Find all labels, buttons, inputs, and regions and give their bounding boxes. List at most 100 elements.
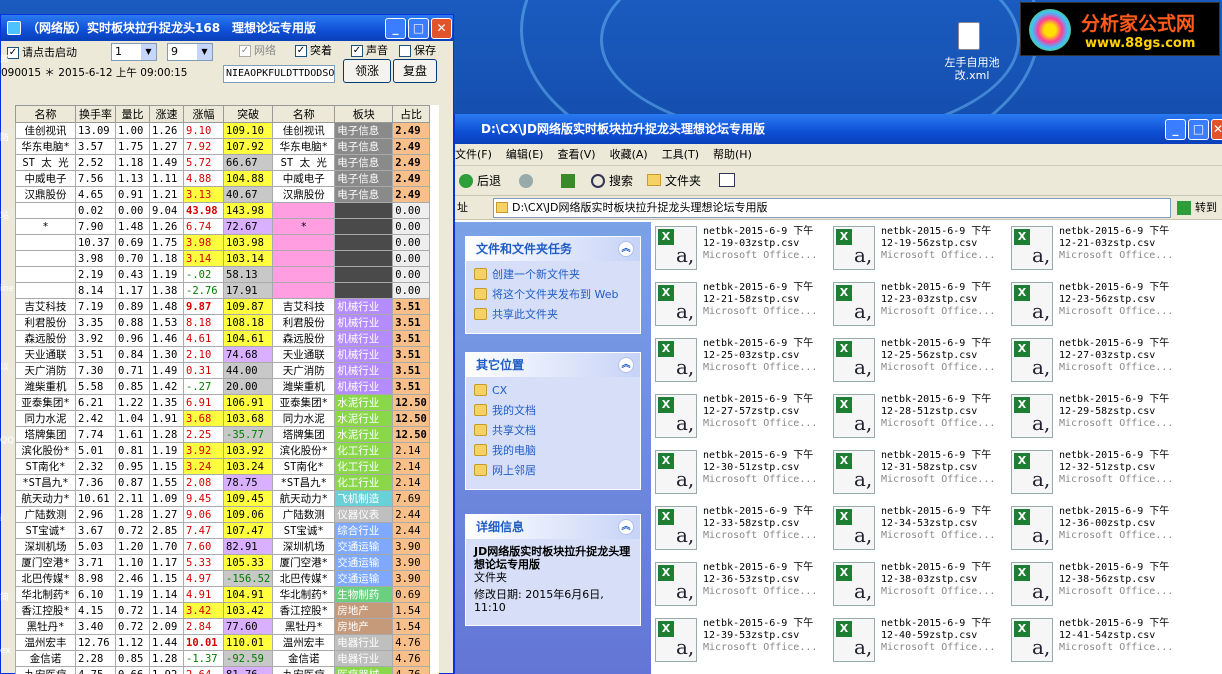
desktop-icon-label[interactable]: ine xyxy=(0,284,14,294)
search-button[interactable]: 搜索 xyxy=(609,166,633,196)
file-item[interactable]: Xa, netbk-2015-6-9 下午 12-19-03zstp.csv Mic… xyxy=(651,222,837,274)
table-row[interactable]: 亚泰集团* 6.21 1.22 1.35 6.91 106.91 亚泰集团* 水泥行业 12.5… xyxy=(15,394,430,411)
table-row[interactable]: 航天动力* 10.61 2.11 1.09 9.45 109.45 航天动力* 飞机制造 7.6… xyxy=(15,490,430,507)
select-interval[interactable]: 1 ▼ xyxy=(111,43,157,61)
table-row[interactable]: 温州宏丰 12.76 1.12 1.44 10.01 110.01 温州宏丰 电器行业 4.76 xyxy=(15,634,430,651)
places-item[interactable]: 共享文档 xyxy=(466,421,640,441)
xml-file-icon[interactable] xyxy=(958,22,980,50)
table-row[interactable]: 塔牌集团 7.74 1.61 1.28 2.25 -35.77 塔牌集团 水泥行业 12.50 xyxy=(15,426,430,443)
file-item[interactable]: Xa, netbk-2015-6-9 下午 12-29-58zstp.csv Mic… xyxy=(1007,390,1193,442)
tasks-item[interactable]: 创建一个新文件夹 xyxy=(466,265,640,285)
maximize-button[interactable]: □ xyxy=(408,18,429,39)
table-row[interactable]: ST 太 光 2.52 1.18 1.49 5.72 66.67 ST 太 光电子信息 2.4… xyxy=(15,154,430,171)
menu-item[interactable]: 编辑(E) xyxy=(506,144,544,166)
column-header[interactable]: 突破 xyxy=(222,105,274,123)
desktop-icon-label[interactable]: ex xyxy=(0,646,11,656)
table-row[interactable]: 2.19 0.43 1.19 -.02 58.13 0.00 xyxy=(15,266,430,283)
column-header[interactable]: 换手率 xyxy=(75,105,116,123)
desktop-icon-label[interactable]: 简 xyxy=(0,590,9,603)
back-arrow-icon[interactable] xyxy=(459,174,473,188)
menu-item[interactable]: 帮助(H) xyxy=(713,144,752,166)
file-item[interactable]: Xa, netbk-2015-6-9 下午 12-27-03zstp.csv Mic… xyxy=(1007,334,1193,386)
menu-item[interactable]: 收藏(A) xyxy=(610,144,648,166)
menu-item[interactable]: 查看(V) xyxy=(557,144,595,166)
column-header[interactable]: 占比 xyxy=(392,105,430,123)
desktop-icon-label[interactable]: QQ xyxy=(0,436,14,446)
table-row[interactable]: 深圳机场 5.03 1.20 1.70 7.60 82.91 深圳机场 交通运输 3.90 xyxy=(15,538,430,555)
file-item[interactable]: Xa, netbk-2015-6-9 下午 12-30-51zstp.csv Mic… xyxy=(651,446,837,498)
file-item[interactable]: Xa, netbk-2015-6-9 下午 12-19-56zstp.csv Mic… xyxy=(829,222,1015,274)
network-checkbox[interactable]: ✓ 网络 xyxy=(239,43,276,59)
file-item[interactable]: Xa, netbk-2015-6-9 下午 12-21-03zstp.csv Mic… xyxy=(1007,222,1193,274)
table-row[interactable]: 森远股份 3.92 0.96 1.46 4.61 104.61 森远股份 机械行业 3.51 xyxy=(15,330,430,347)
file-item[interactable]: Xa, netbk-2015-6-9 下午 12-23-03zstp.csv Mic… xyxy=(829,278,1015,330)
chevron-up-icon[interactable]: ︽ xyxy=(618,519,634,535)
back-button[interactable]: 后退 xyxy=(477,166,501,196)
file-item[interactable]: Xa, netbk-2015-6-9 下午 12-25-03zstp.csv Mic… xyxy=(651,334,837,386)
up-folder-icon[interactable] xyxy=(561,174,575,188)
chevron-up-icon[interactable]: ︽ xyxy=(618,357,634,373)
file-item[interactable]: Xa, netbk-2015-6-9 下午 12-39-53zstp.csv Mic… xyxy=(651,614,837,666)
places-item[interactable]: CX xyxy=(466,381,640,401)
surge-checkbox[interactable]: ✓ 突着 xyxy=(295,43,332,59)
table-row[interactable]: 厦门空港* 3.71 1.10 1.17 5.33 105.33 厦门空港* 交通运输 3.90 xyxy=(15,554,430,571)
file-item[interactable]: Xa, netbk-2015-6-9 下午 12-25-56zstp.csv Mic… xyxy=(829,334,1015,386)
tasks-item[interactable]: 共享此文件夹 xyxy=(466,305,640,325)
maximize-button[interactable]: □ xyxy=(1188,119,1209,140)
table-row[interactable]: 中威电子 7.56 1.13 1.11 4.88 104.88 中威电子 电子信息 2.49 xyxy=(15,170,430,187)
table-row[interactable]: 九安医疗4.750.661.922.6481.76九安医疗医疗器械4.76 xyxy=(15,666,430,674)
folders-icon[interactable] xyxy=(647,174,661,186)
column-header[interactable]: 名称 xyxy=(15,105,76,123)
table-row[interactable]: 广陆数测 2.96 1.28 1.27 9.06 109.06 广陆数测 仪器仪表 2.44 xyxy=(15,506,430,523)
table-row[interactable]: ST宝诚* 3.67 0.72 2.85 7.47 107.47 ST宝诚* 综合行业 2.44 xyxy=(15,522,430,539)
other-places-header[interactable]: 其它位置 ︽ xyxy=(466,353,640,377)
file-tasks-header[interactable]: 文件和文件夹任务 ︽ xyxy=(466,237,640,261)
table-row[interactable]: 利君股份 3.35 0.88 1.53 8.18 108.18 利君股份 机械行业 3.51 xyxy=(15,314,430,331)
table-row[interactable]: 8.14 1.17 1.38 -2.76 17.91 0.00 xyxy=(15,282,430,299)
tasks-item[interactable]: 将这个文件夹发布到 Web xyxy=(466,285,640,305)
table-row[interactable]: 香江控股* 4.15 0.72 1.14 3.42 103.42 香江控股* 房地产 1.54 xyxy=(15,602,430,619)
table-row[interactable]: 黑牡丹* 3.40 0.72 2.09 2.84 77.60 黑牡丹* 房地产 1.54 xyxy=(15,618,430,635)
table-row[interactable]: 金信诺 2.28 0.85 1.28 -1.37 -92.59 金信诺 电器行业 4.76 xyxy=(15,650,430,667)
minimize-button[interactable]: _ xyxy=(1165,119,1186,140)
address-input[interactable]: D:\CX\JD网络版实时板块拉升捉龙头理想论坛专用版 xyxy=(493,198,1171,218)
places-item[interactable]: 我的文档 xyxy=(466,401,640,421)
lead-button[interactable]: 领涨 xyxy=(343,59,391,83)
file-item[interactable]: Xa, netbk-2015-6-9 下午 12-28-51zstp.csv Mic… xyxy=(829,390,1015,442)
desktop-icon-label[interactable]: 郎 xyxy=(0,52,9,65)
file-item[interactable]: Xa, netbk-2015-6-9 下午 12-41-54zstp.csv Mic… xyxy=(1007,614,1193,666)
file-item[interactable]: Xa, netbk-2015-6-9 下午 12-36-00zstp.csv Mic… xyxy=(1007,502,1193,554)
column-header[interactable]: 板块 xyxy=(334,105,394,123)
desktop-icon-label[interactable]: 站 xyxy=(0,208,9,221)
file-item[interactable]: Xa, netbk-2015-6-9 下午 12-27-57zstp.csv Mic… xyxy=(651,390,837,442)
table-row[interactable]: 同力水泥 2.42 1.04 1.91 3.68 103.68 同力水泥 水泥行业 12.50 xyxy=(15,410,430,427)
menu-item[interactable]: 工具(T) xyxy=(662,144,699,166)
minimize-button[interactable]: _ xyxy=(385,18,406,39)
table-row[interactable]: 佳创视讯 13.09 1.00 1.26 9.10 109.10 佳创视讯 电子信息 2.49 xyxy=(15,122,430,139)
file-item[interactable]: Xa, netbk-2015-6-9 下午 12-33-58zstp.csv Mic… xyxy=(651,502,837,554)
table-row[interactable]: 华北制药* 6.10 1.19 1.14 4.91 104.91 华北制药* 生物制药 0.69 xyxy=(15,586,430,603)
column-header[interactable]: 涨幅 xyxy=(183,105,224,123)
file-item[interactable]: Xa, netbk-2015-6-9 下午 12-38-56zstp.csv Mic… xyxy=(1007,558,1193,610)
file-item[interactable]: Xa, netbk-2015-6-9 下午 12-36-53zstp.csv Mic… xyxy=(651,558,837,610)
menu-item[interactable]: 文件(F) xyxy=(455,144,492,166)
file-item[interactable]: Xa, netbk-2015-6-9 下午 12-40-59zstp.csv Mic… xyxy=(829,614,1015,666)
table-row[interactable]: 北巴传媒* 8.98 2.46 1.15 4.97 -156.52 北巴传媒* 交通运输 3.9… xyxy=(15,570,430,587)
table-row[interactable]: *ST昌九* 7.36 0.87 1.55 2.08 78.75 *ST昌九* 化工行业 2.1… xyxy=(15,474,430,491)
details-header[interactable]: 详细信息 ︽ xyxy=(466,515,640,539)
desktop-icon-label[interactable]: 防 xyxy=(0,130,9,143)
table-row[interactable]: * 7.90 1.48 1.26 6.74 72.67 * 0.00 xyxy=(15,218,430,235)
places-item[interactable]: 网上邻居 xyxy=(466,461,640,481)
table-row[interactable]: 华东电脑* 3.57 1.75 1.27 7.92 107.92 华东电脑* 电子信息 2.49 xyxy=(15,138,430,155)
code-field[interactable]: NIEAOPKFULDTTDODSO xyxy=(223,65,335,83)
table-row[interactable]: ST南化* 2.32 0.95 1.15 3.24 103.24 ST南化* 化工行业 2.14 xyxy=(15,458,430,475)
folders-button[interactable]: 文件夹 xyxy=(665,166,701,196)
views-icon[interactable] xyxy=(719,173,735,187)
table-row[interactable]: 3.98 0.70 1.18 3.14 103.14 0.00 xyxy=(15,250,430,267)
column-header[interactable]: 量比 xyxy=(115,105,150,123)
desktop-icon-label[interactable]: i xyxy=(0,514,3,524)
table-row[interactable]: 汉鼎股份 4.65 0.91 1.21 3.13 40.67 汉鼎股份 电子信息 2.49 xyxy=(15,186,430,203)
table-row[interactable]: 天业通联 3.51 0.84 1.30 2.10 74.68 天业通联 机械行业 3.51 xyxy=(15,346,430,363)
autostart-checkbox[interactable]: ✓ 请点击启动 xyxy=(7,45,77,61)
file-item[interactable]: Xa, netbk-2015-6-9 下午 12-32-51zstp.csv Mic… xyxy=(1007,446,1193,498)
